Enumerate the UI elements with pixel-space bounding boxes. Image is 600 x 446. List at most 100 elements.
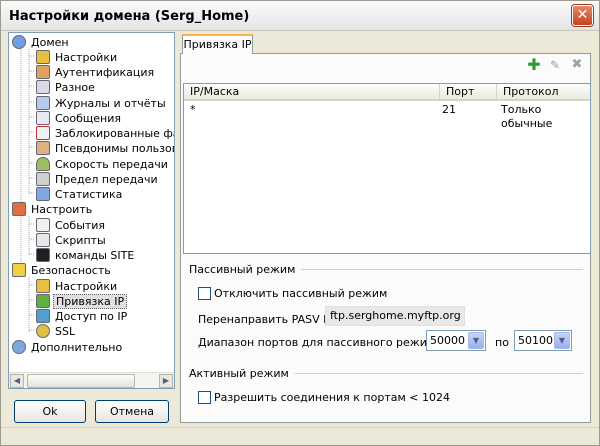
tree-item-events[interactable]: События bbox=[36, 217, 107, 233]
tree-item-label: Дополнительно bbox=[31, 340, 123, 354]
blocked-files-icon bbox=[36, 126, 50, 140]
tree-item-site-commands[interactable]: команды SITE bbox=[36, 247, 136, 263]
port-range-from-select[interactable]: 50000 ▼ bbox=[426, 330, 486, 351]
column-header-protocol[interactable]: Протокол bbox=[497, 84, 590, 101]
redirect-pasv-input[interactable]: ftp.serghome.myftp.org bbox=[325, 306, 465, 326]
column-header-ip-mask[interactable]: IP/Маска bbox=[184, 84, 440, 101]
tree-item-label: Настройки bbox=[55, 279, 118, 293]
cell-protocol: Только обычные bbox=[501, 103, 553, 130]
tree-item-scripts[interactable]: Скрипты bbox=[36, 232, 108, 248]
logs-icon bbox=[36, 96, 50, 110]
tab-ip-binding[interactable]: Привязка IP bbox=[182, 34, 253, 54]
ip-access-icon bbox=[36, 309, 50, 323]
tree-item-label: Разное bbox=[55, 80, 95, 94]
port-range-to-value: 50100 bbox=[518, 334, 553, 347]
passive-group-title: Пассивный режим bbox=[189, 263, 302, 276]
tree-item-label: Доступ по IP bbox=[55, 309, 128, 323]
tree-item-label: Предел передачи bbox=[55, 172, 158, 186]
authentication-icon bbox=[36, 65, 50, 79]
settings-icon bbox=[36, 50, 50, 64]
allow-low-ports-checkbox[interactable] bbox=[198, 391, 211, 404]
aliases-icon bbox=[36, 141, 50, 155]
tree-item-label: Статистика bbox=[55, 187, 123, 201]
tree-item-label: команды SITE bbox=[55, 248, 135, 262]
tree-item-label: Домен bbox=[31, 35, 69, 49]
allow-low-ports-label: Разрешить соединения к портам < 1024 bbox=[214, 391, 450, 404]
tree-item-ip-access[interactable]: Доступ по IP bbox=[36, 308, 129, 324]
settings-tree[interactable]: Домен Настройки Аутентификация Разное Жу… bbox=[8, 32, 175, 389]
delete-x-icon[interactable]: ✖ bbox=[569, 57, 585, 73]
misc-icon bbox=[36, 80, 50, 94]
column-header-port[interactable]: Порт bbox=[440, 84, 497, 101]
speed-icon bbox=[36, 157, 50, 171]
scroll-right-icon[interactable]: ▶ bbox=[159, 374, 173, 388]
domain-globe-icon bbox=[12, 35, 26, 49]
tree-item-label: Безопасность bbox=[31, 263, 111, 277]
ip-binding-icon bbox=[36, 294, 50, 308]
port-range-from-value: 50000 bbox=[430, 334, 465, 347]
plus-icon[interactable]: ✚ bbox=[526, 57, 542, 73]
tree-horizontal-scrollbar[interactable]: ◀ ▶ bbox=[9, 372, 174, 388]
domain-settings-window: Настройки домена (Serg_Home) ✕ Домен Нас… bbox=[0, 0, 600, 446]
port-range-label: Диапазон портов для пассивного режима bbox=[198, 336, 442, 349]
ip-binding-grid[interactable]: IP/Маска Порт Протокол * 21 Только обычн… bbox=[183, 83, 591, 254]
scroll-thumb[interactable] bbox=[27, 374, 135, 388]
tree-item-ssl[interactable]: SSL bbox=[36, 323, 77, 339]
transfer-limit-icon bbox=[36, 172, 50, 186]
title-bar: Настройки домена (Serg_Home) ✕ bbox=[1, 1, 599, 31]
configure-icon bbox=[12, 202, 26, 216]
tree-item-domain[interactable]: Домен bbox=[12, 34, 71, 50]
messages-icon bbox=[36, 111, 50, 125]
scroll-left-icon[interactable]: ◀ bbox=[10, 374, 24, 388]
scripts-icon bbox=[36, 233, 50, 247]
tree-item-security[interactable]: Безопасность bbox=[12, 262, 113, 278]
window-title: Настройки домена (Serg_Home) bbox=[9, 9, 250, 24]
events-icon bbox=[36, 218, 50, 232]
statistics-icon bbox=[36, 187, 50, 201]
pencil-icon[interactable]: ✎ bbox=[547, 57, 563, 73]
tree-item-misc[interactable]: Разное bbox=[36, 79, 97, 95]
tree-item-advanced[interactable]: Дополнительно bbox=[12, 339, 124, 355]
advanced-icon bbox=[12, 340, 26, 354]
close-button[interactable]: ✕ bbox=[572, 5, 593, 26]
port-range-to-select[interactable]: 50100 ▼ bbox=[514, 330, 572, 351]
cancel-button[interactable]: Отмена bbox=[95, 400, 169, 423]
port-range-to-label: по bbox=[495, 336, 509, 349]
tree-item-label: Заблокированные файлы bbox=[55, 126, 174, 140]
disable-passive-label: Отключить пассивный режим bbox=[214, 287, 388, 300]
chevron-down-icon[interactable]: ▼ bbox=[554, 332, 570, 349]
active-group-title: Активный режим bbox=[189, 367, 295, 380]
chevron-down-icon[interactable]: ▼ bbox=[468, 332, 484, 349]
cell-ip-mask: * bbox=[190, 103, 196, 116]
tree-item-label: Журналы и отчёты bbox=[55, 96, 166, 110]
tree-item-authentication[interactable]: Аутентификация bbox=[36, 64, 156, 80]
disable-passive-checkbox[interactable] bbox=[198, 287, 211, 300]
tree-item-label: Сообщения bbox=[55, 111, 122, 125]
tree-item-aliases[interactable]: Псевдонимы пользовател bbox=[36, 140, 174, 156]
tree-item-label: Настроить bbox=[31, 202, 93, 216]
tree-item-label: SSL bbox=[55, 324, 76, 338]
settings-icon bbox=[36, 279, 50, 293]
tree-item-ip-binding[interactable]: Привязка IP bbox=[36, 293, 128, 309]
tree-item-transfer-limit[interactable]: Предел передачи bbox=[36, 171, 160, 187]
tree-item-label: Настройки bbox=[55, 50, 118, 64]
tree-item-label: Скрипты bbox=[55, 233, 106, 247]
tree-item-blocked-files[interactable]: Заблокированные файлы bbox=[36, 125, 174, 141]
grid-header: IP/Маска Порт Протокол bbox=[184, 84, 590, 101]
tree-item-messages[interactable]: Сообщения bbox=[36, 110, 123, 126]
tree-item-label: События bbox=[55, 218, 106, 232]
tree-item-statistics[interactable]: Статистика bbox=[36, 186, 124, 202]
tree-item-security-settings[interactable]: Настройки bbox=[36, 278, 119, 294]
ok-button[interactable]: Ok bbox=[14, 400, 86, 423]
tree-item-logs[interactable]: Журналы и отчёты bbox=[36, 95, 168, 111]
tree-item-label: Псевдонимы пользовател bbox=[55, 141, 174, 155]
tree-item-configure[interactable]: Настроить bbox=[12, 201, 94, 217]
close-icon: ✕ bbox=[576, 7, 589, 23]
tree-item-speed[interactable]: Скорость передачи bbox=[36, 156, 170, 172]
security-icon bbox=[12, 263, 26, 277]
redirect-pasv-label: Перенаправить PASV IP bbox=[198, 313, 333, 326]
status-strip bbox=[1, 427, 599, 445]
site-commands-icon bbox=[36, 248, 50, 262]
tree-item-settings[interactable]: Настройки bbox=[36, 49, 119, 65]
tree-item-label: Скорость передачи bbox=[55, 157, 168, 171]
